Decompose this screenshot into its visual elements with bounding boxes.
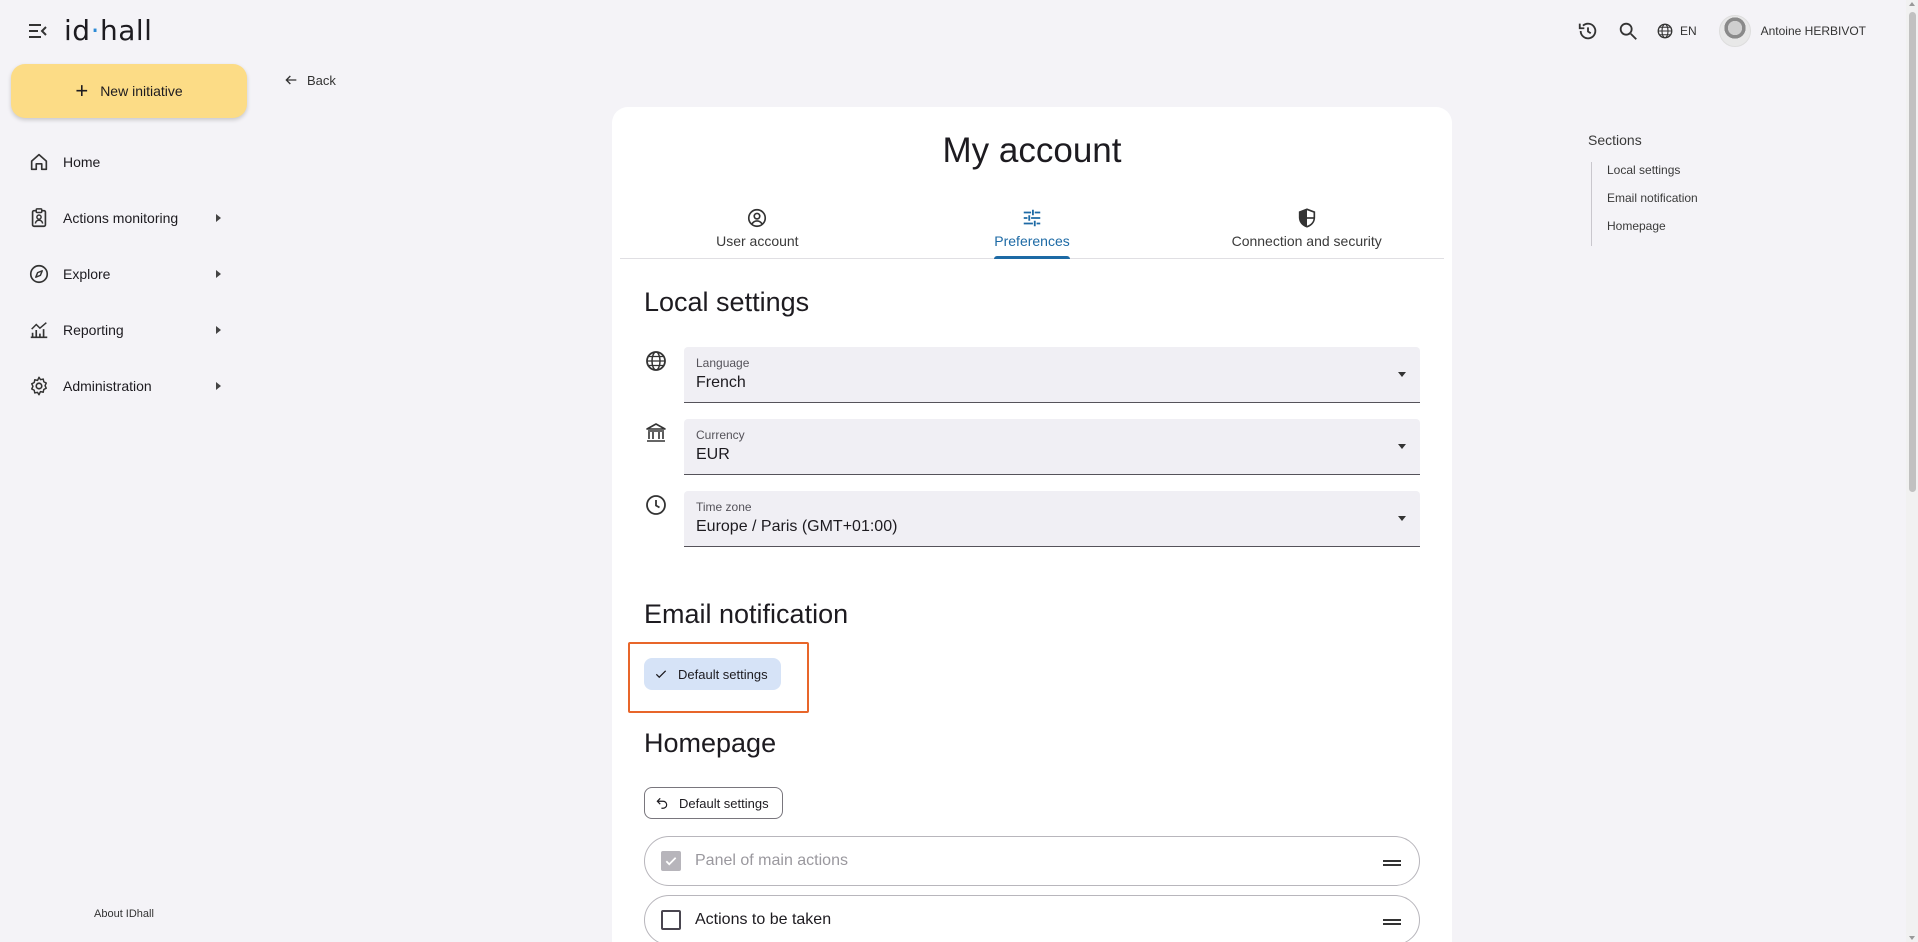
clock-icon bbox=[644, 493, 668, 517]
field-label: Time zone bbox=[696, 500, 752, 514]
homepage-item-actions-to-be-taken: Actions to be taken bbox=[644, 895, 1420, 942]
tab-label: Connection and security bbox=[1231, 233, 1382, 249]
page-scrollbar[interactable] bbox=[1906, 0, 1918, 942]
scroll-down-icon[interactable] bbox=[1909, 936, 1915, 940]
scroll-thumb[interactable] bbox=[1909, 12, 1916, 492]
checkbox-unchecked[interactable] bbox=[661, 910, 681, 930]
section-title-homepage: Homepage bbox=[644, 728, 777, 758]
compass-icon bbox=[27, 262, 51, 286]
field-value: French bbox=[696, 374, 746, 391]
reset-default-settings-button[interactable]: Default settings bbox=[644, 787, 783, 819]
new-initiative-label: New initiative bbox=[100, 83, 183, 99]
chart-icon bbox=[27, 318, 51, 342]
list-item-label: Panel of main actions bbox=[695, 852, 848, 869]
sidebar-item-home[interactable]: Home bbox=[0, 134, 250, 190]
sidebar-nav: Home Actions monitoring Explore Reportin… bbox=[0, 134, 250, 414]
clipboard-user-icon bbox=[27, 206, 51, 230]
checkbox-checked[interactable] bbox=[661, 851, 681, 871]
search-icon[interactable] bbox=[1612, 15, 1644, 47]
caret-right-icon bbox=[216, 270, 221, 278]
timezone-row: Time zone Europe / Paris (GMT+01:00) bbox=[644, 491, 1420, 547]
sidebar-item-label: Actions monitoring bbox=[63, 210, 179, 226]
about-link[interactable]: About IDhall bbox=[94, 908, 154, 920]
caret-right-icon bbox=[216, 326, 221, 334]
menu-collapse-icon[interactable] bbox=[26, 19, 50, 43]
tab-bar: User account Preferences Connection and … bbox=[620, 203, 1444, 259]
timezone-select[interactable]: Time zone Europe / Paris (GMT+01:00) bbox=[684, 491, 1420, 547]
list-item-label: Actions to be taken bbox=[695, 911, 832, 928]
language-selector[interactable]: EN bbox=[1656, 22, 1697, 40]
sidebar-item-actions-monitoring[interactable]: Actions monitoring bbox=[0, 190, 250, 246]
language-label: EN bbox=[1679, 24, 1697, 38]
field-label: Language bbox=[696, 356, 750, 370]
tab-user-account[interactable]: User account bbox=[620, 203, 895, 258]
chip-label: Default settings bbox=[678, 666, 768, 682]
toc-list: Local settings Email notification Homepa… bbox=[1591, 162, 1698, 246]
sidebar-item-label: Explore bbox=[63, 266, 111, 282]
account-card: My account User account Preferences Conn… bbox=[612, 107, 1452, 942]
sidebar-item-label: Home bbox=[63, 154, 101, 170]
user-name: Antoine HERBIVOT bbox=[1760, 24, 1866, 38]
history-icon[interactable] bbox=[1572, 15, 1604, 47]
undo-icon bbox=[656, 797, 668, 809]
user-menu[interactable]: Antoine HERBIVOT bbox=[1718, 15, 1866, 47]
page-title: My account bbox=[942, 131, 1122, 170]
bank-icon bbox=[644, 421, 668, 445]
gear-icon bbox=[27, 374, 51, 398]
plus-icon: + bbox=[75, 78, 89, 103]
dropdown-arrow-icon bbox=[1398, 444, 1406, 449]
homepage-item-panel-main-actions: Panel of main actions bbox=[644, 836, 1420, 886]
field-value: EUR bbox=[696, 446, 730, 463]
toc-item-homepage[interactable]: Homepage bbox=[1607, 218, 1698, 246]
sidebar-item-reporting[interactable]: Reporting bbox=[0, 302, 250, 358]
arrow-left-icon bbox=[285, 75, 297, 85]
shield-icon bbox=[1296, 207, 1318, 229]
toc-item-email-notification[interactable]: Email notification bbox=[1607, 190, 1698, 218]
sections-toc: Sections Local settings Email notificati… bbox=[1588, 132, 1698, 246]
scroll-up-icon[interactable] bbox=[1909, 2, 1915, 6]
tab-label: Preferences bbox=[994, 233, 1070, 249]
sidebar-item-explore[interactable]: Explore bbox=[0, 246, 250, 302]
caret-right-icon bbox=[216, 214, 221, 222]
section-title-local-settings: Local settings bbox=[644, 287, 810, 317]
section-title-email-notification: Email notification bbox=[644, 599, 849, 629]
default-settings-chip[interactable]: Default settings bbox=[644, 658, 781, 690]
active-tab-indicator bbox=[994, 256, 1070, 259]
field-label: Currency bbox=[696, 428, 745, 442]
field-value: Europe / Paris (GMT+01:00) bbox=[696, 518, 898, 535]
toc-title: Sections bbox=[1588, 132, 1642, 148]
sidebar-item-label: Administration bbox=[63, 378, 152, 394]
check-icon bbox=[665, 857, 677, 866]
caret-right-icon bbox=[216, 382, 221, 390]
currency-row: Currency EUR bbox=[644, 419, 1420, 475]
chip-label: Default settings bbox=[679, 795, 769, 811]
currency-select[interactable]: Currency EUR bbox=[684, 419, 1420, 475]
user-circle-icon bbox=[746, 207, 768, 229]
tab-preferences[interactable]: Preferences bbox=[895, 203, 1170, 259]
globe-icon bbox=[1657, 23, 1673, 39]
drag-handle-icon[interactable] bbox=[1383, 860, 1401, 866]
app-logo[interactable]: id·hall bbox=[64, 14, 152, 47]
tab-label: User account bbox=[716, 233, 799, 249]
dropdown-arrow-icon bbox=[1398, 516, 1406, 521]
language-select[interactable]: Language French bbox=[684, 347, 1420, 403]
sidebar-item-label: Reporting bbox=[63, 322, 124, 338]
drag-handle-icon[interactable] bbox=[1383, 919, 1401, 925]
check-icon bbox=[655, 670, 667, 679]
dropdown-arrow-icon bbox=[1398, 372, 1406, 377]
new-initiative-button[interactable]: + New initiative bbox=[11, 64, 247, 118]
sliders-icon bbox=[1021, 207, 1043, 229]
language-row: Language French bbox=[644, 347, 1420, 403]
toc-item-local-settings[interactable]: Local settings bbox=[1607, 162, 1698, 190]
sidebar-item-administration[interactable]: Administration bbox=[0, 358, 250, 414]
top-bar: id·hall EN Antoine HERBIVOT bbox=[0, 0, 1906, 62]
back-button[interactable]: Back bbox=[283, 72, 336, 88]
avatar bbox=[1718, 15, 1751, 47]
tab-connection-and-security[interactable]: Connection and security bbox=[1169, 203, 1444, 258]
home-icon bbox=[27, 150, 51, 174]
globe-icon bbox=[644, 349, 668, 373]
back-label: Back bbox=[307, 72, 336, 88]
